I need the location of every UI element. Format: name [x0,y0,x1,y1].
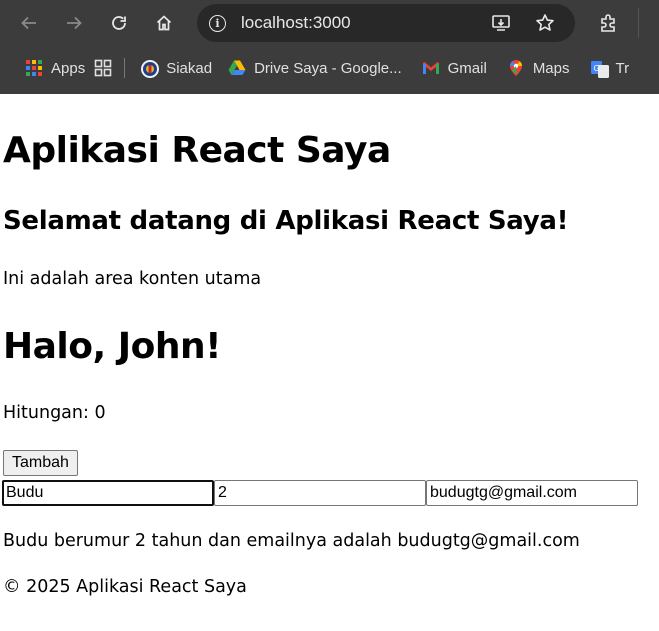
bookmark-siakad[interactable]: Siakad [135,53,217,83]
bookmark-drive[interactable]: Drive Saya - Google... [223,53,407,83]
app-title: Aplikasi React Saya [3,130,391,171]
browser-chrome: i localhost:3000 Apps Siakad Drive Saya … [0,0,659,94]
welcome-heading: Selamat datang di Aplikasi React Saya! [3,206,569,236]
name-input[interactable] [2,480,214,506]
age-input[interactable] [214,480,426,506]
bookmark-maps[interactable]: Maps [502,53,575,83]
browser-toolbar: i localhost:3000 [0,0,659,46]
reload-icon[interactable] [104,8,134,38]
forward-arrow-icon[interactable] [59,8,89,38]
tab-groups-icon [94,59,112,77]
google-translate-icon: G [590,59,609,78]
greeting-heading: Halo, John! [3,326,222,367]
user-form [2,480,638,506]
profile-area[interactable] [638,8,659,38]
svg-text:G: G [593,64,599,73]
install-app-icon[interactable] [491,13,511,33]
bookmark-apps[interactable]: Apps [20,53,90,83]
gmail-icon [422,59,440,77]
bookmark-star-icon[interactable] [535,13,555,33]
apps-grid-icon [25,59,43,77]
site-info-icon[interactable]: i [209,14,226,32]
add-button[interactable]: Tambah [3,450,78,476]
bookmarks-separator [124,58,126,78]
siakad-logo-icon [140,59,160,78]
bookmark-gmail[interactable]: Gmail [417,53,492,83]
summary-text: Budu berumur 2 tahun dan emailnya adalah… [3,531,580,551]
bookmarks-bar: Apps Siakad Drive Saya - Google... Gmail [0,46,659,90]
content-text: Ini adalah area konten utama [3,269,262,289]
tab-groups-button[interactable] [90,53,116,83]
bookmark-translate[interactable]: G Tr [585,53,635,83]
footer-text: © 2025 Aplikasi React Saya [3,577,247,597]
back-arrow-icon[interactable] [14,8,44,38]
google-maps-icon [507,59,525,77]
address-bar[interactable]: i localhost:3000 [197,4,575,42]
extensions-icon[interactable] [593,8,623,38]
google-drive-icon [228,59,246,77]
counter-text: Hitungan: 0 [3,403,106,423]
url-text: localhost:3000 [241,13,351,32]
email-input[interactable] [426,480,638,506]
page-content: Aplikasi React Saya Selamat datang di Ap… [0,94,659,631]
home-icon[interactable] [149,8,179,38]
